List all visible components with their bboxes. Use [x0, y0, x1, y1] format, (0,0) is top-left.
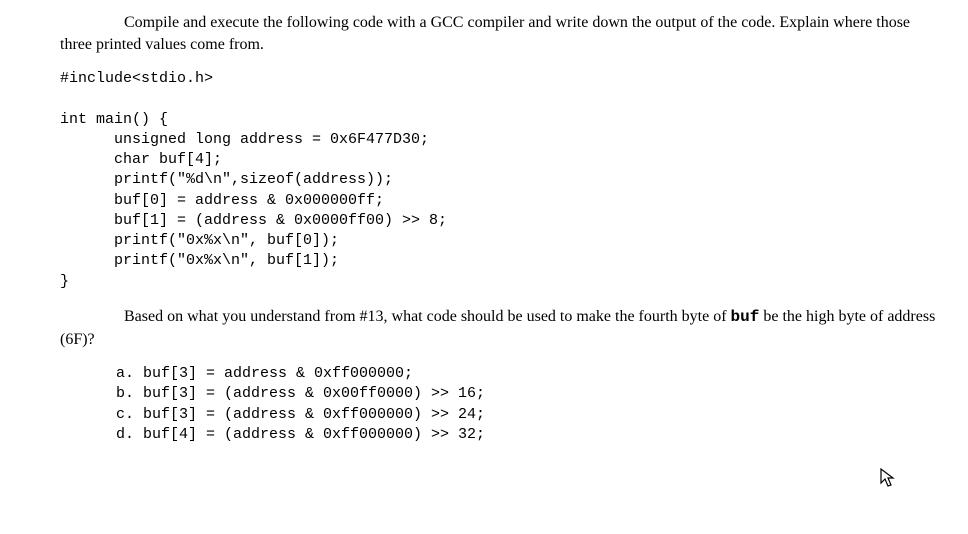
question-buf-word: buf [731, 308, 760, 326]
intro-paragraph: Compile and execute the following code w… [60, 12, 938, 55]
intro-text: Compile and execute the following code w… [60, 14, 910, 53]
code-block: #include<stdio.h> int main() { unsigned … [60, 69, 938, 292]
question-paragraph: Based on what you understand from #13, w… [60, 306, 938, 350]
page-content: Compile and execute the following code w… [0, 0, 968, 457]
question-lead: Based on what you understand from #13, w… [124, 308, 731, 325]
answer-options: a. buf[3] = address & 0xff000000; b. buf… [60, 364, 938, 445]
mouse-cursor-icon [880, 468, 896, 488]
